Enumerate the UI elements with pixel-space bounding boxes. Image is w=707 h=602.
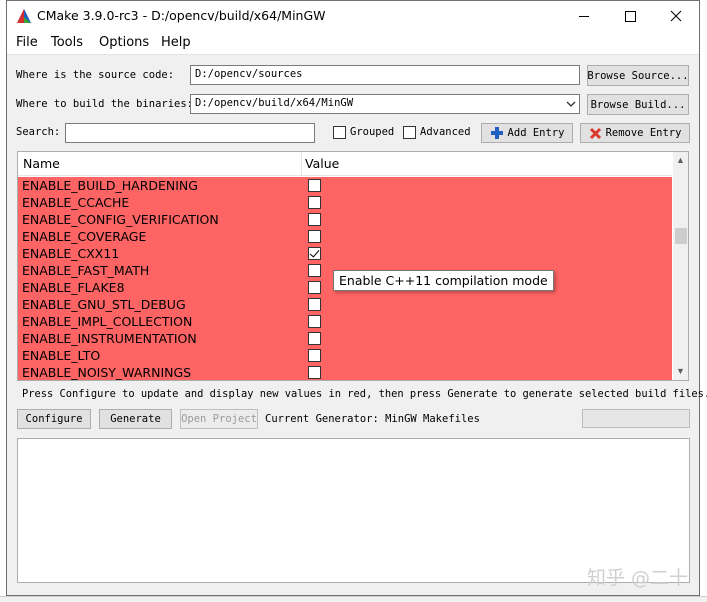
search-label: Search:: [16, 126, 61, 138]
table-row[interactable]: ENABLE_COVERAGE: [18, 228, 672, 245]
browse-build-button[interactable]: Browse Build...: [587, 94, 689, 115]
remove-entry-label: Remove Entry: [605, 127, 682, 139]
entry-value-checkbox[interactable]: [308, 264, 321, 277]
name-column-header[interactable]: Name: [23, 156, 60, 171]
entry-value-checkbox[interactable]: [308, 349, 321, 362]
entry-value-checkbox[interactable]: [308, 196, 321, 209]
entry-name: ENABLE_INSTRUMENTATION: [22, 331, 197, 346]
cmake-triangle-icon: [17, 9, 31, 23]
entry-value-checkbox[interactable]: [308, 298, 321, 311]
advanced-label: Advanced: [420, 126, 471, 138]
progress-bar: [582, 409, 690, 428]
entry-value-checkbox[interactable]: [308, 281, 321, 294]
window-title: CMake 3.9.0-rc3 - D:/opencv/build/x64/Mi…: [37, 8, 326, 23]
title-bar[interactable]: CMake 3.9.0-rc3 - D:/opencv/build/x64/Mi…: [7, 1, 699, 31]
table-row[interactable]: ENABLE_IMPL_COLLECTION: [18, 313, 672, 330]
table-row[interactable]: ENABLE_INSTRUMENTATION: [18, 330, 672, 347]
value-column-header[interactable]: Value: [305, 156, 339, 171]
minimize-button[interactable]: [561, 1, 607, 31]
configure-button[interactable]: Configure: [17, 409, 91, 429]
close-icon: [670, 10, 682, 22]
status-hint: Press Configure to update and display ne…: [22, 388, 707, 400]
source-path-input[interactable]: D:/opencv/sources: [190, 65, 580, 85]
table-row[interactable]: ENABLE_CCACHE: [18, 194, 672, 211]
search-input[interactable]: [65, 123, 315, 143]
grouped-checkbox[interactable]: [333, 126, 346, 139]
advanced-checkbox[interactable]: [403, 126, 416, 139]
build-path-combobox[interactable]: D:/opencv/build/x64/MinGW: [190, 94, 580, 114]
table-scrollbar[interactable]: ▲ ▼: [673, 152, 688, 380]
entry-name: ENABLE_IMPL_COLLECTION: [22, 314, 193, 329]
entry-value-checkbox[interactable]: [308, 179, 321, 192]
add-entry-button[interactable]: Add Entry: [481, 123, 573, 143]
remove-entry-button[interactable]: Remove Entry: [580, 123, 690, 143]
open-project-button[interactable]: Open Project: [180, 409, 258, 429]
menu-bar: File Tools Options Help: [7, 31, 699, 55]
table-row[interactable]: ENABLE_GNU_STL_DEBUG: [18, 296, 672, 313]
entry-name: ENABLE_CXX11: [22, 246, 120, 261]
x-icon: [589, 127, 601, 139]
table-row[interactable]: ENABLE_BUILD_HARDENING: [18, 177, 672, 194]
entry-name: ENABLE_CCACHE: [22, 195, 130, 210]
scroll-down-icon[interactable]: ▼: [676, 366, 685, 376]
close-button[interactable]: [653, 1, 699, 31]
entry-value-checkbox[interactable]: [308, 230, 321, 243]
plus-icon: [490, 127, 503, 139]
table-header: Name Value: [18, 152, 672, 176]
menu-help[interactable]: Help: [161, 35, 191, 50]
entry-name: ENABLE_FLAKE8: [22, 280, 125, 295]
entry-name: ENABLE_BUILD_HARDENING: [22, 178, 198, 193]
table-row[interactable]: ENABLE_CXX11: [18, 245, 672, 262]
entry-name: ENABLE_COVERAGE: [22, 229, 147, 244]
background-right-strip: [699, 30, 707, 602]
scrollbar-thumb[interactable]: [675, 228, 687, 244]
maximize-icon: [625, 11, 636, 22]
entry-value-checkbox[interactable]: [308, 247, 321, 260]
menu-tools[interactable]: Tools: [51, 35, 83, 50]
grouped-label: Grouped: [350, 126, 395, 138]
table-row[interactable]: ENABLE_CONFIG_VERIFICATION: [18, 211, 672, 228]
add-entry-label: Add Entry: [507, 127, 565, 139]
column-separator[interactable]: [301, 152, 302, 176]
entry-value-checkbox[interactable]: [308, 366, 321, 379]
chevron-down-icon: [566, 101, 576, 107]
tooltip: Enable C++11 compilation mode: [333, 270, 554, 291]
watermark: 知乎 @二十: [587, 567, 689, 589]
menu-file[interactable]: File: [16, 35, 38, 50]
output-log[interactable]: [17, 438, 690, 583]
entry-name: ENABLE_CONFIG_VERIFICATION: [22, 212, 219, 227]
entry-value-checkbox[interactable]: [308, 332, 321, 345]
cache-table: Name Value ENABLE_BUILD_HARDENING ENABLE_…: [17, 151, 689, 381]
table-row[interactable]: ENABLE_NOISY_WARNINGS: [18, 364, 672, 380]
generate-button[interactable]: Generate: [99, 409, 172, 429]
table-row[interactable]: ENABLE_LTO: [18, 347, 672, 364]
current-generator: Current Generator: MinGW Makefiles: [265, 413, 480, 425]
entry-value-checkbox[interactable]: [308, 213, 321, 226]
entry-name: ENABLE_GNU_STL_DEBUG: [22, 297, 186, 312]
build-path-value: D:/opencv/build/x64/MinGW: [195, 97, 354, 109]
cmake-window: CMake 3.9.0-rc3 - D:/opencv/build/x64/Mi…: [6, 0, 707, 596]
minimize-icon: [579, 16, 589, 17]
entry-name: ENABLE_NOISY_WARNINGS: [22, 365, 192, 380]
build-label: Where to build the binaries:: [16, 98, 194, 110]
entry-name: ENABLE_LTO: [22, 348, 101, 363]
menu-options[interactable]: Options: [99, 35, 149, 50]
browse-source-button[interactable]: Browse Source...: [587, 65, 689, 86]
maximize-button[interactable]: [607, 1, 653, 31]
background-bottom-strip: [0, 596, 707, 602]
entry-value-checkbox[interactable]: [308, 315, 321, 328]
source-label: Where is the source code:: [16, 69, 175, 81]
entry-name: ENABLE_FAST_MATH: [22, 263, 150, 278]
scroll-up-icon[interactable]: ▲: [676, 155, 685, 165]
